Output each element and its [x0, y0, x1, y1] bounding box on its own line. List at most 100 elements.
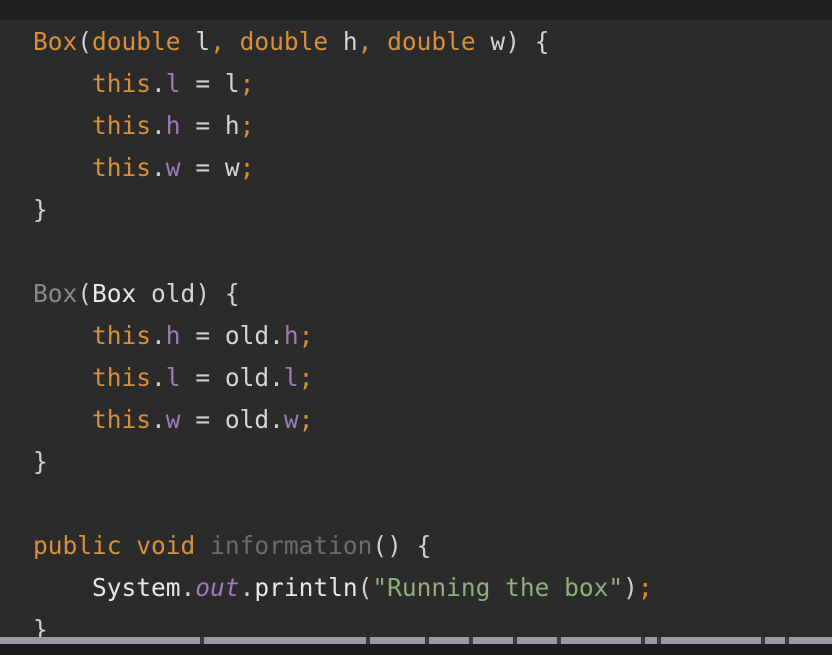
code-token: . — [180, 573, 196, 602]
code-token: h — [165, 111, 181, 140]
code-token: . — [269, 321, 284, 350]
code-token: l — [165, 69, 181, 98]
scrollbar-thumb[interactable] — [517, 637, 557, 644]
code-token: . — [151, 405, 166, 434]
code-line[interactable]: this.h = h; — [33, 105, 653, 147]
code-token: . — [151, 321, 166, 350]
code-token: , — [357, 27, 373, 56]
scrollbar-thumb[interactable] — [473, 637, 513, 644]
code-token: ) — [623, 573, 638, 602]
code-token: = — [180, 405, 225, 434]
code-token: this — [92, 69, 152, 98]
code-area[interactable]: Box(double l, double h, double w) { this… — [33, 21, 653, 651]
code-line[interactable]: public void information() { — [33, 525, 653, 567]
code-token: Box — [92, 279, 137, 308]
code-token: ( — [77, 27, 93, 56]
code-token: public — [33, 531, 122, 560]
code-editor[interactable]: Box(double l, double h, double w) { this… — [0, 0, 832, 655]
code-token: = — [180, 153, 225, 182]
code-line[interactable]: } — [33, 189, 653, 231]
code-token: . — [239, 573, 255, 602]
horizontal-scrollbar[interactable] — [0, 637, 832, 644]
scrollbar-thumb[interactable] — [204, 637, 366, 644]
code-token: , — [210, 27, 225, 56]
scrollbar-thumb[interactable] — [561, 637, 641, 644]
code-token: ; — [298, 405, 314, 434]
code-token: ; — [298, 321, 314, 350]
code-token: "Running the box" — [372, 573, 624, 602]
code-token: l — [165, 363, 181, 392]
code-token: w — [283, 405, 299, 434]
code-token: h — [224, 111, 240, 140]
scrollbar-thumb[interactable] — [429, 637, 469, 644]
code-token: Box — [33, 279, 78, 308]
code-token: h — [328, 27, 358, 56]
editor-top-bar — [0, 0, 832, 20]
code-token: . — [151, 153, 166, 182]
code-token: } — [33, 195, 48, 224]
code-token: l — [283, 363, 299, 392]
code-token: println — [254, 573, 358, 602]
scrollbar-thumb[interactable] — [661, 637, 761, 644]
code-token: ( — [357, 573, 373, 602]
code-token: this — [92, 111, 152, 140]
code-line[interactable]: } — [33, 441, 653, 483]
code-line[interactable]: System.out.println("Running the box"); — [33, 567, 653, 609]
code-token: . — [269, 363, 284, 392]
code-token: Box — [33, 27, 78, 56]
code-line[interactable]: Box(Box old) { — [33, 273, 653, 315]
code-token: this — [92, 405, 152, 434]
code-line[interactable]: this.h = old.h; — [33, 315, 653, 357]
code-token: = — [180, 363, 225, 392]
code-token: old — [224, 363, 270, 392]
code-line[interactable]: this.w = w; — [33, 147, 653, 189]
scrollbar-thumb[interactable] — [789, 637, 832, 644]
code-token: double — [387, 27, 476, 56]
code-token: . — [151, 111, 166, 140]
code-token: ; — [239, 111, 255, 140]
code-line[interactable]: this.l = old.l; — [33, 357, 653, 399]
bottom-bar — [0, 644, 832, 655]
code-token: l — [224, 69, 240, 98]
code-token: w — [165, 153, 181, 182]
code-line[interactable]: this.l = l; — [33, 63, 653, 105]
code-token: . — [151, 69, 166, 98]
scrollbar-thumb[interactable] — [645, 637, 657, 644]
code-line[interactable]: Box(double l, double h, double w) { — [33, 21, 653, 63]
code-token: ; — [239, 69, 255, 98]
scrollbar-thumb[interactable] — [765, 637, 785, 644]
code-token: = — [180, 69, 225, 98]
code-line[interactable] — [33, 231, 653, 273]
code-token: this — [92, 153, 152, 182]
code-token: ; — [239, 153, 255, 182]
code-token: h — [283, 321, 299, 350]
code-token: this — [92, 363, 152, 392]
code-token: . — [269, 405, 284, 434]
code-token: w — [165, 405, 181, 434]
scrollbar-thumb[interactable] — [0, 637, 200, 644]
code-token: old — [136, 279, 196, 308]
code-token: w — [475, 27, 506, 56]
code-line[interactable] — [33, 483, 653, 525]
code-token: } — [33, 447, 48, 476]
code-token: . — [151, 363, 166, 392]
code-token: old — [224, 405, 270, 434]
code-token: ; — [298, 363, 314, 392]
code-token: double — [92, 27, 181, 56]
code-token: old — [224, 321, 270, 350]
code-token: information — [210, 531, 373, 560]
code-line[interactable]: this.w = old.w; — [33, 399, 653, 441]
code-token: () { — [372, 531, 432, 560]
code-token: this — [92, 321, 152, 350]
scrollbar-thumb[interactable] — [370, 637, 425, 644]
